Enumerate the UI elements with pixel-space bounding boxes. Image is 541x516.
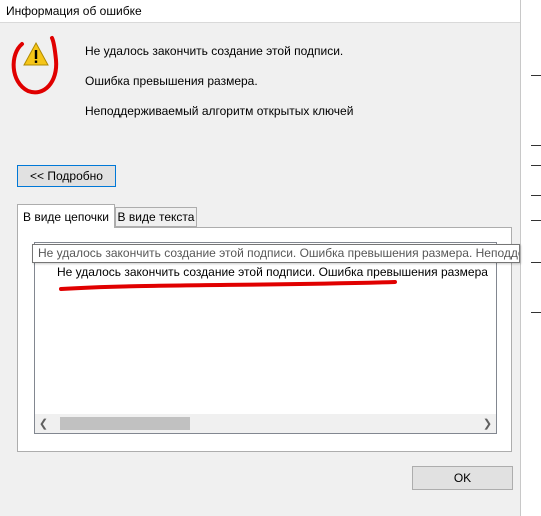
error-message-1: Не удалось закончить создание этой подпи… [85, 44, 344, 58]
red-annotation-underline [59, 280, 397, 291]
horizontal-scrollbar[interactable]: ❮ ❯ [35, 414, 496, 433]
error-message-3: Неподдерживаемый алгоритм открытых ключе… [85, 104, 354, 118]
scroll-left-icon[interactable]: ❮ [35, 414, 52, 433]
window-title: Информация об ошибке [6, 4, 142, 18]
details-button[interactable]: << Подробно [17, 165, 116, 187]
chain-listbox[interactable]: Не удалось закончить создание этой подпи… [34, 242, 497, 434]
red-annotation-circle [11, 36, 59, 95]
tab-text-view[interactable]: В виде текста [115, 207, 197, 227]
item-tooltip: Не удалось закончить создание этой подпи… [32, 244, 520, 263]
error-message-2: Ошибка превышения размера. [85, 74, 258, 88]
ok-button[interactable]: OK [412, 466, 513, 490]
background-window-edge [520, 0, 541, 516]
title-bar: Информация об ошибке [0, 0, 520, 23]
scrollbar-thumb[interactable] [60, 417, 190, 430]
tab-chain-view[interactable]: В виде цепочки [17, 204, 115, 228]
scroll-right-icon[interactable]: ❯ [479, 414, 496, 433]
